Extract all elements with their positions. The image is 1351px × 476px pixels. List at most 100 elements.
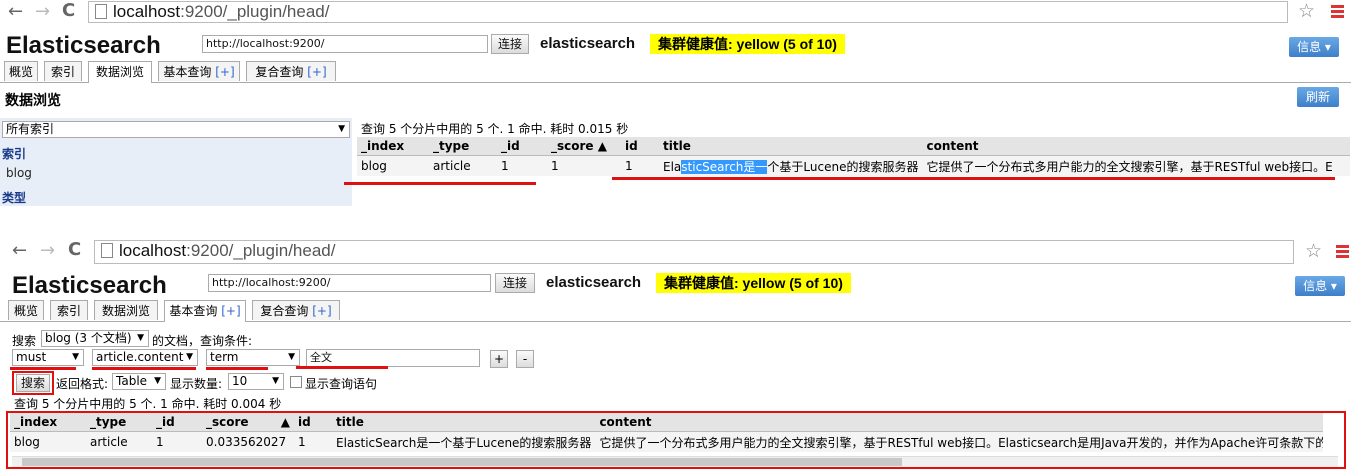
- count-value: 10: [232, 374, 248, 388]
- page-icon: [95, 4, 107, 19]
- url-host: localhost: [113, 2, 181, 21]
- reload-icon[interactable]: C: [68, 239, 81, 260]
- add-condition-button[interactable]: +: [490, 350, 508, 368]
- field-select[interactable]: article.content ▼: [92, 349, 198, 366]
- count-label: 显示数量:: [170, 377, 223, 391]
- refresh-button[interactable]: 刷新: [1297, 87, 1339, 107]
- reload-icon[interactable]: C: [62, 0, 75, 21]
- show-query-checkbox[interactable]: [290, 376, 302, 388]
- index-select-value: 所有索引: [6, 122, 55, 136]
- annotation-box-search: [12, 371, 54, 395]
- url-path: :9200/_plugin/head/: [186, 241, 336, 260]
- cell-content: 它提供了一个分布式多用户能力的全文搜索引擎，基于RESTful web接口。E: [922, 155, 1351, 176]
- address-bar[interactable]: localhost:9200/_plugin/head/: [88, 1, 1288, 23]
- top-screenshot: ← → C localhost:9200/_plugin/head/ ☆ Ela…: [0, 0, 1351, 206]
- back-icon[interactable]: ←: [12, 240, 27, 261]
- tab-label: 索引: [50, 65, 75, 79]
- bookmark-star-icon[interactable]: ☆: [1305, 240, 1322, 262]
- cell-type: article: [429, 155, 497, 176]
- col-type[interactable]: _type: [429, 137, 497, 156]
- index-select[interactable]: blog (3 个文档) ▼: [41, 330, 149, 347]
- dropdown-arrow-icon: ▼: [186, 352, 193, 362]
- tab-basic-query[interactable]: 基本查询 [+]: [164, 300, 246, 322]
- table-row[interactable]: blog article 1 1 1 ElasticSearch是一个基于Luc…: [357, 155, 1351, 176]
- operator-select[interactable]: term ▼: [206, 349, 300, 366]
- connect-button[interactable]: 连接: [495, 273, 535, 293]
- index-select[interactable]: 所有索引 ▼: [2, 121, 350, 138]
- count-select[interactable]: 10 ▼: [228, 373, 284, 390]
- title-text: Ela: [663, 159, 682, 174]
- tab-label: 概览: [13, 304, 38, 318]
- url-host: localhost: [119, 241, 187, 260]
- tab-label: 基本查询: [169, 304, 222, 318]
- forward-icon[interactable]: →: [40, 240, 55, 261]
- tab-indices[interactable]: 索引: [44, 61, 82, 81]
- info-menu-button[interactable]: 信息 ▾: [1289, 37, 1339, 57]
- back-icon[interactable]: ←: [8, 1, 23, 22]
- search-label: 搜索: [12, 334, 37, 348]
- index-select-value: blog (3 个文档): [45, 331, 132, 345]
- cluster-health-badge: 集群健康值: yellow (5 of 10): [650, 34, 845, 54]
- tab-label: 基本查询: [163, 65, 216, 79]
- info-menu-button[interactable]: 信息 ▾: [1295, 276, 1345, 296]
- tab-overview[interactable]: 概览: [8, 300, 44, 320]
- cell-id-field: 1: [621, 155, 659, 176]
- tab-plus: [+]: [215, 65, 235, 79]
- col-title[interactable]: title: [659, 137, 923, 156]
- tab-browser[interactable]: 数据浏览: [88, 61, 152, 83]
- col-score[interactable]: _score ▲: [547, 137, 621, 156]
- query-value-input[interactable]: 全文: [306, 349, 480, 367]
- browser-menu-icon[interactable]: [1336, 245, 1349, 260]
- operator-value: term: [210, 350, 239, 364]
- tab-compound-query[interactable]: 复合查询 [+]: [246, 61, 336, 81]
- col-id-field[interactable]: id: [621, 137, 659, 156]
- cell-id: 1: [497, 155, 547, 176]
- server-url-input[interactable]: http://localhost:9200/: [208, 274, 491, 292]
- server-url-input[interactable]: http://localhost:9200/: [202, 35, 488, 53]
- cell-score: 1: [547, 155, 621, 176]
- address-bar[interactable]: localhost:9200/_plugin/head/: [94, 240, 1294, 264]
- bookmark-star-icon[interactable]: ☆: [1298, 0, 1315, 22]
- tab-bar: 概览 索引 数据浏览 基本查询 [+] 复合查询 [+]: [0, 61, 1351, 83]
- tab-label: 数据浏览: [95, 65, 144, 79]
- remove-condition-button[interactable]: -: [516, 350, 534, 368]
- section-title: 数据浏览: [5, 93, 61, 109]
- tab-label: 数据浏览: [101, 304, 150, 318]
- tab-overview[interactable]: 概览: [4, 61, 38, 81]
- format-label: 返回格式:: [56, 377, 109, 391]
- tab-basic-query[interactable]: 基本查询 [+]: [158, 61, 240, 81]
- forward-icon[interactable]: →: [35, 1, 50, 22]
- col-index[interactable]: _index: [357, 137, 429, 156]
- browser-menu-icon[interactable]: [1331, 5, 1344, 20]
- sidebar-item-blog[interactable]: blog: [6, 166, 32, 180]
- table-header-row: _index _type _id _score ▲ id title conte…: [357, 137, 1351, 156]
- field-value: article.content: [96, 350, 184, 364]
- dropdown-arrow-icon: ▼: [72, 352, 79, 362]
- dropdown-arrow-icon: ▼: [137, 333, 144, 343]
- connect-button[interactable]: 连接: [491, 34, 529, 54]
- format-value: Table: [116, 374, 148, 388]
- show-query-label: 显示查询语句: [305, 377, 378, 391]
- tab-label: 概览: [8, 65, 33, 79]
- selected-text: sticSearch是一: [681, 159, 768, 174]
- tab-browser[interactable]: 数据浏览: [94, 300, 158, 320]
- app-brand: Elasticsearch: [12, 272, 167, 299]
- col-id[interactable]: _id: [497, 137, 547, 156]
- cell-index: blog: [357, 155, 429, 176]
- tab-compound-query[interactable]: 复合查询 [+]: [252, 300, 340, 320]
- page-icon: [101, 243, 113, 258]
- bool-select[interactable]: must ▼: [12, 349, 84, 366]
- bool-value: must: [16, 350, 47, 364]
- tab-plus: [+]: [312, 304, 332, 318]
- annotation-underline-value: [296, 366, 388, 369]
- tab-indices[interactable]: 索引: [50, 300, 88, 320]
- cluster-health-badge: 集群健康值: yellow (5 of 10): [656, 273, 851, 293]
- sidebar-index-header: 索引: [2, 147, 27, 161]
- tab-label: 复合查询: [255, 65, 308, 79]
- app-brand: Elasticsearch: [6, 32, 161, 59]
- cluster-name: elasticsearch: [546, 274, 642, 291]
- annotation-underline-op: [206, 367, 268, 370]
- format-select[interactable]: Table ▼: [112, 373, 166, 390]
- result-summary: 查询 5 个分片中用的 5 个. 1 命中. 耗时 0.004 秒: [14, 397, 282, 411]
- col-content[interactable]: content: [922, 137, 1351, 156]
